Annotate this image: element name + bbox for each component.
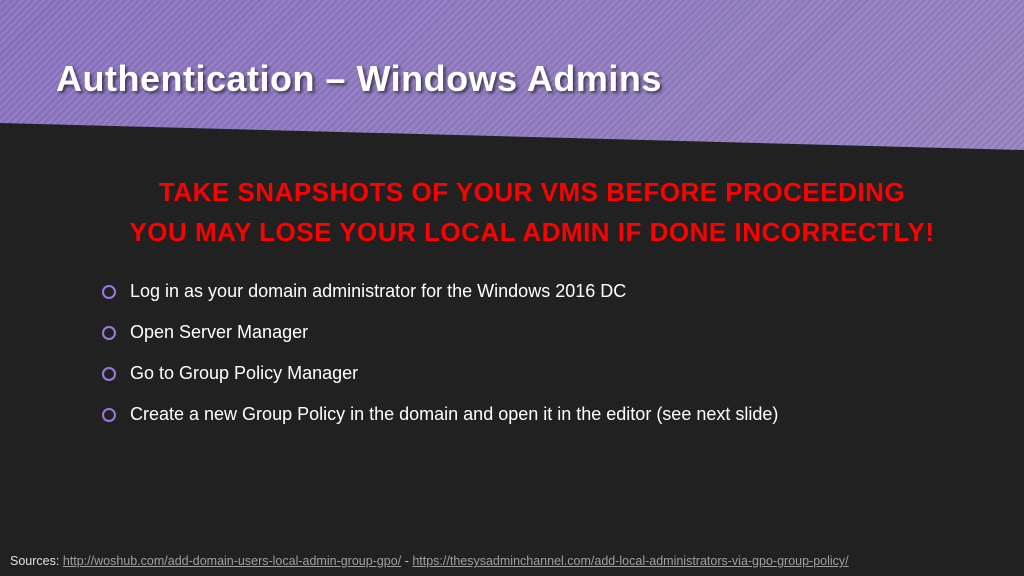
warning-line-1: TAKE SNAPSHOTS OF YOUR VMS BEFORE PROCEE… xyxy=(60,172,1004,212)
sources-label: Sources: xyxy=(10,554,59,568)
slide-title: Authentication – Windows Admins xyxy=(56,58,968,100)
sources-footer: Sources: http://woshub.com/add-domain-us… xyxy=(10,554,1014,568)
list-item: Log in as your domain administrator for … xyxy=(130,279,964,304)
list-item: Create a new Group Policy in the domain … xyxy=(130,402,964,427)
step-list: Log in as your domain administrator for … xyxy=(100,279,964,428)
source-link-1[interactable]: http://woshub.com/add-domain-users-local… xyxy=(63,554,401,568)
source-link-2[interactable]: https://thesysadminchannel.com/add-local… xyxy=(412,554,848,568)
list-item: Open Server Manager xyxy=(130,320,964,345)
list-item: Go to Group Policy Manager xyxy=(130,361,964,386)
slide-header: Authentication – Windows Admins xyxy=(0,0,1024,150)
warning-line-2: YOU MAY LOSE YOUR LOCAL ADMIN IF DONE IN… xyxy=(60,212,1004,252)
warning-text: TAKE SNAPSHOTS OF YOUR VMS BEFORE PROCEE… xyxy=(60,172,1004,253)
slide-content: TAKE SNAPSHOTS OF YOUR VMS BEFORE PROCEE… xyxy=(0,150,1024,427)
